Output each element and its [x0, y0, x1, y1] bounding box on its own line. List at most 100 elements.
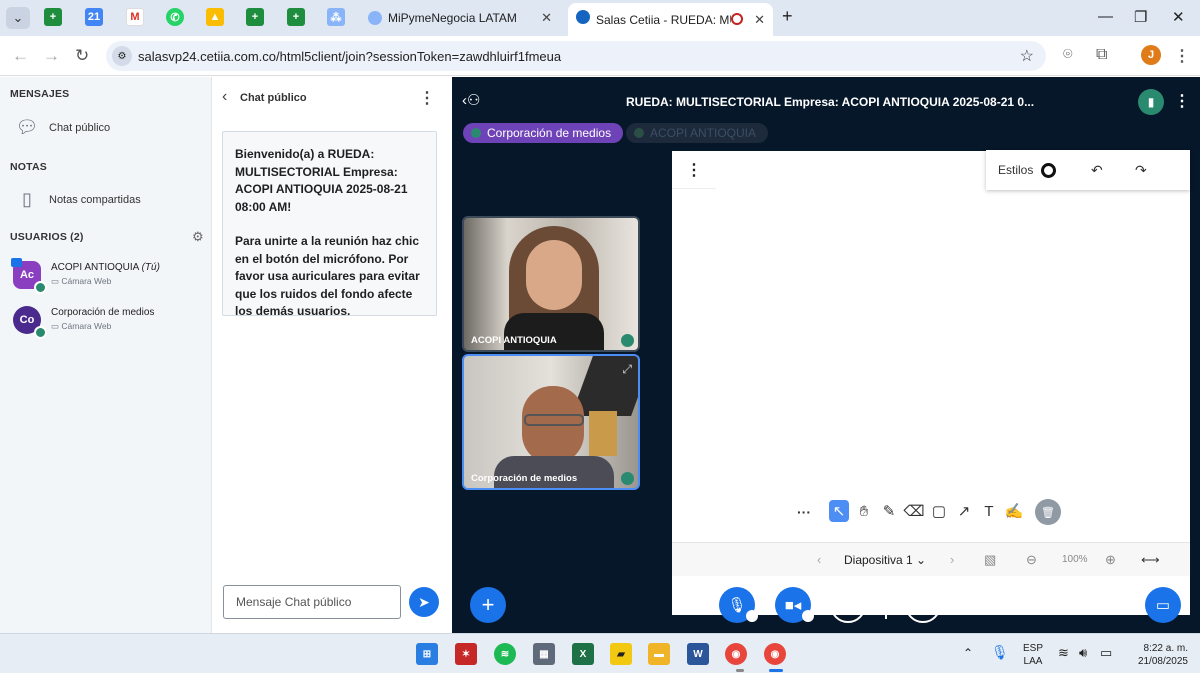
- close-tab-icon[interactable]: ✕: [754, 12, 765, 28]
- mic-icon: [621, 334, 634, 347]
- tray-overflow-icon[interactable]: ⌃: [963, 646, 973, 660]
- cetiia-favicon-icon: [576, 10, 590, 24]
- excel-icon[interactable]: X: [572, 643, 594, 665]
- video-name-label: ACOPI ANTIOQUIA: [471, 335, 557, 346]
- chrome-icon[interactable]: ◉: [725, 643, 747, 665]
- site-info-icon[interactable]: ⚙: [112, 46, 132, 66]
- tab-salas-cetiia[interactable]: Salas Cetiia - RUEDA: MULTI ✕: [568, 3, 773, 36]
- pinned-tab-whatsapp-icon[interactable]: ✆: [166, 8, 184, 26]
- undo-icon[interactable]: ↶: [1091, 162, 1103, 179]
- close-window-icon[interactable]: ✕: [1172, 8, 1185, 26]
- start-icon[interactable]: ⊞: [416, 643, 438, 665]
- new-tab-icon[interactable]: +: [782, 6, 793, 27]
- send-button[interactable]: ➤: [409, 587, 439, 617]
- clock[interactable]: 8:22 a. m. 21/08/2025: [1124, 642, 1188, 668]
- running-indicator: [736, 669, 744, 672]
- pinned-tab-calendar-icon[interactable]: 21: [85, 8, 103, 26]
- sticky-notes-icon[interactable]: ▰: [610, 643, 632, 665]
- zoom-level[interactable]: 100%: [1062, 554, 1088, 565]
- eraser-tool-icon[interactable]: ⌫: [903, 500, 924, 522]
- arrow-tool-icon[interactable]: ↗: [954, 500, 974, 522]
- connection-status-icon[interactable]: ▮: [1138, 89, 1164, 115]
- word-icon[interactable]: W: [687, 643, 709, 665]
- talking-indicator[interactable]: ACOPI ANTIOQUIA: [626, 123, 769, 143]
- profile-avatar[interactable]: J: [1141, 45, 1161, 65]
- pinned-tab-sheets-icon[interactable]: +: [44, 8, 62, 26]
- video-name-label: Corporación de medios: [471, 473, 578, 484]
- hand-tool-icon[interactable]: ✋︎: [854, 500, 874, 522]
- pinned-tab-app-icon[interactable]: ⁂: [327, 8, 345, 26]
- toggle-presentation-button[interactable]: ▭: [1145, 587, 1181, 623]
- forward-icon[interactable]: →: [43, 46, 60, 66]
- pinned-tab-sheets-icon-2[interactable]: +: [246, 8, 264, 26]
- video-tile[interactable]: ⤢ Corporación de medios: [462, 354, 640, 490]
- select-tool-icon[interactable]: ↖: [829, 500, 849, 522]
- toggle-userlist-icon[interactable]: ‹⚇: [462, 91, 480, 109]
- users-settings-gear-icon[interactable]: ⚙: [192, 229, 204, 245]
- tab-mipyme[interactable]: MiPymeNegocia LATAM ✕: [360, 4, 560, 32]
- user-list-item[interactable]: Ac ACOPI ANTIOQUIA (Tú) ▭ Cámara Web: [11, 258, 203, 295]
- pinned-tab-gmail-icon[interactable]: M: [126, 8, 144, 26]
- tab-search-button[interactable]: ⌄: [6, 7, 30, 29]
- pencil-tool-icon[interactable]: ✎: [879, 500, 899, 522]
- chevron-left-icon[interactable]: ‹: [222, 88, 227, 106]
- fit-icon[interactable]: ▧: [984, 552, 996, 568]
- presentation-options-icon[interactable]: ⋮: [672, 151, 716, 189]
- mic-in-use-icon[interactable]: 🎙︎: [991, 644, 1009, 661]
- video-tile[interactable]: ⤢ ACOPI ANTIOQUIA: [462, 216, 640, 352]
- extensions-icon[interactable]: ⧉: [1096, 46, 1107, 64]
- maximize-icon[interactable]: ❐: [1134, 8, 1147, 26]
- reload-icon[interactable]: ↻: [75, 46, 89, 66]
- presentation-area[interactable]: ⋮ Estilos ↶ ↷ ‹ Diapositiva 1 ⌄ › ▧ ⊖ 10…: [672, 150, 1190, 615]
- chat-message-input[interactable]: Mensaje Chat público: [223, 585, 401, 619]
- spotify-icon[interactable]: ≋: [494, 643, 516, 665]
- camera-icon[interactable]: ⌾: [1063, 46, 1073, 64]
- options-menu-icon[interactable]: ⋮: [1174, 91, 1190, 111]
- expand-icon[interactable]: ⤢: [622, 362, 632, 377]
- zoom-in-icon[interactable]: ⊕: [1105, 552, 1116, 568]
- webcam-label: Cámara Web: [61, 321, 112, 331]
- expand-icon[interactable]: ⤢: [622, 224, 632, 239]
- text-tool-icon[interactable]: T: [979, 500, 999, 522]
- rectangle-tool-icon[interactable]: ▢: [929, 500, 949, 522]
- redo-icon[interactable]: ↷: [1135, 162, 1147, 179]
- bookmark-star-icon[interactable]: ☆: [1020, 46, 1034, 66]
- chat-title: Chat público: [240, 92, 307, 104]
- battery-icon[interactable]: ▭: [1100, 645, 1112, 661]
- language-indicator[interactable]: ESP LAA: [1020, 642, 1046, 668]
- back-icon[interactable]: ←: [12, 46, 29, 66]
- delete-icon[interactable]: 🗑︎: [1035, 499, 1061, 525]
- pinned-tab-drive-icon[interactable]: ▲: [206, 8, 224, 26]
- mic-status-icon: [34, 281, 47, 294]
- chrome-menu-icon[interactable]: ⋮: [1174, 46, 1190, 66]
- fit-width-icon[interactable]: ⟷: [1141, 552, 1160, 568]
- stroke-style-icon[interactable]: [1041, 162, 1057, 178]
- slide-selector[interactable]: Diapositiva 1 ⌄: [844, 553, 926, 567]
- pinned-tab-sheets-icon-3[interactable]: +: [287, 8, 305, 26]
- minimize-icon[interactable]: —: [1098, 8, 1113, 25]
- wifi-icon[interactable]: ≋: [1058, 645, 1069, 661]
- raise-hand-button[interactable]: ✋︎: [905, 587, 941, 623]
- file-explorer-icon[interactable]: ▬: [648, 643, 670, 665]
- user-list-item[interactable]: Co Corporación de medios ▭ Cámara Web: [13, 306, 203, 340]
- close-tab-icon[interactable]: ✕: [541, 10, 552, 26]
- styles-label[interactable]: Estilos: [998, 163, 1033, 177]
- audio-options-icon[interactable]: [746, 610, 758, 622]
- note-tool-icon[interactable]: ✍: [1004, 500, 1024, 522]
- sidebar-item-shared-notes[interactable]: ▯ Notas compartidas: [14, 189, 141, 210]
- previous-slide-icon[interactable]: ‹: [817, 552, 821, 567]
- sidebar-item-public-chat[interactable]: 💬︎ Chat público: [14, 117, 111, 138]
- url-field[interactable]: ⚙ salasvp24.cetiia.com.co/html5client/jo…: [106, 41, 1046, 71]
- calculator-icon[interactable]: ▦: [533, 643, 555, 665]
- camera-options-icon[interactable]: [802, 610, 814, 622]
- chrome-profile-icon[interactable]: ◉: [764, 643, 786, 665]
- chat-options-icon[interactable]: ⋮: [419, 88, 435, 108]
- taskbar-app-icon[interactable]: ✶: [455, 643, 477, 665]
- add-actions-button[interactable]: +: [470, 587, 506, 623]
- volume-icon[interactable]: 🔊︎: [1079, 645, 1087, 661]
- talking-indicator[interactable]: Corporación de medios: [463, 123, 624, 143]
- more-tools-button[interactable]: ···: [791, 499, 817, 525]
- zoom-out-icon[interactable]: ⊖: [1026, 552, 1037, 568]
- next-slide-icon[interactable]: ›: [950, 552, 954, 567]
- share-screen-button[interactable]: ▨: [830, 587, 866, 623]
